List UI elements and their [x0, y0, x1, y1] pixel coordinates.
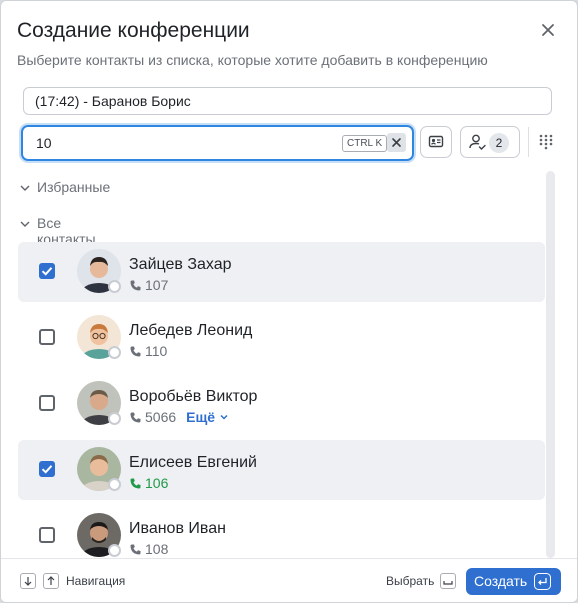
close-icon: [392, 138, 401, 147]
search-input[interactable]: 10 CTRL K: [21, 125, 414, 161]
contact-row[interactable]: Лебедев Леонид 110: [18, 308, 545, 368]
space-key-icon: [440, 573, 456, 589]
dialog-footer: Навигация Выбрать Создать: [1, 558, 577, 602]
dialog-title: Создание конференции: [17, 19, 250, 42]
check-icon: [41, 465, 53, 474]
enter-key-icon: [534, 573, 551, 590]
contact-phone: 106: [129, 475, 168, 491]
presence-indicator: [108, 478, 121, 491]
contact-checkbox[interactable]: [39, 395, 55, 411]
contact-phone: 108: [129, 541, 168, 557]
arrow-down-key-icon: [20, 573, 36, 589]
presence-indicator: [108, 346, 121, 359]
selected-contacts-button[interactable]: 2: [460, 126, 520, 158]
close-icon[interactable]: [537, 19, 559, 41]
conference-dialog: Создание конференции Выберите контакты и…: [0, 0, 578, 603]
chevron-down-icon: [20, 221, 30, 227]
phone-number: 107: [145, 277, 169, 293]
shortcut-hint: CTRL K: [342, 135, 388, 152]
contact-checkbox[interactable]: [39, 329, 55, 345]
phone-number: 106: [145, 475, 169, 491]
more-label: Ещё: [186, 409, 216, 425]
contact-row[interactable]: Иванов Иван 108: [18, 506, 545, 558]
contact-checkbox[interactable]: [39, 461, 55, 477]
phone-icon: [130, 412, 141, 423]
navigation-hint: Навигация: [66, 574, 126, 588]
dialpad-icon[interactable]: [538, 134, 554, 150]
clear-search-button[interactable]: [387, 133, 406, 152]
contact-name: Елисеев Евгений: [129, 454, 257, 471]
contact-checkbox[interactable]: [39, 263, 55, 279]
contact-row[interactable]: Елисеев Евгений 106: [18, 440, 545, 500]
more-numbers-link[interactable]: Ещё: [186, 409, 229, 425]
contact-phone: 5066 Ещё: [129, 409, 229, 425]
check-icon: [41, 267, 53, 276]
contact-phone: 110: [129, 343, 167, 359]
contact-checkbox[interactable]: [39, 527, 55, 543]
presence-indicator: [108, 544, 121, 557]
contact-card-button[interactable]: [420, 126, 452, 158]
phone-icon: [130, 478, 141, 489]
phone-number: 110: [145, 343, 168, 359]
create-label: Создать: [474, 573, 528, 589]
chevron-down-icon: [220, 414, 228, 420]
search-value: 10: [36, 135, 52, 151]
scrollbar[interactable]: [546, 171, 555, 558]
contact-name: Лебедев Леонид: [129, 322, 253, 339]
phone-number: 108: [145, 541, 169, 557]
conference-topic-field[interactable]: (17:42) - Баранов Борис: [23, 87, 552, 115]
phone-icon: [130, 544, 141, 555]
contact-row[interactable]: Зайцев Захар 107: [18, 242, 545, 302]
contact-row[interactable]: Воробьёв Виктор 5066 Ещё: [18, 374, 545, 434]
group-label: Избранные: [37, 179, 111, 195]
create-button[interactable]: Создать: [466, 568, 561, 595]
user-check-icon: [469, 134, 486, 150]
choose-hint: Выбрать: [386, 574, 435, 588]
phone-icon: [130, 280, 141, 291]
chevron-down-icon: [20, 185, 30, 191]
arrow-up-key-icon: [43, 573, 59, 589]
presence-indicator: [108, 280, 121, 293]
presence-indicator: [108, 412, 121, 425]
contact-name: Воробьёв Виктор: [129, 388, 258, 405]
phone-number: 5066: [145, 409, 177, 425]
selected-count-badge: 2: [489, 133, 509, 153]
contact-phone: 107: [129, 277, 168, 293]
phone-icon: [130, 346, 141, 357]
contact-name: Зайцев Захар: [129, 256, 232, 273]
contact-list[interactable]: Избранные Все контакты Зайцев Захар 107: [1, 169, 561, 558]
contact-name: Иванов Иван: [129, 520, 226, 537]
toolbar-divider: [528, 127, 529, 157]
id-card-icon: [428, 135, 444, 148]
dialog-subtitle: Выберите контакты из списка, которые хот…: [17, 52, 488, 68]
